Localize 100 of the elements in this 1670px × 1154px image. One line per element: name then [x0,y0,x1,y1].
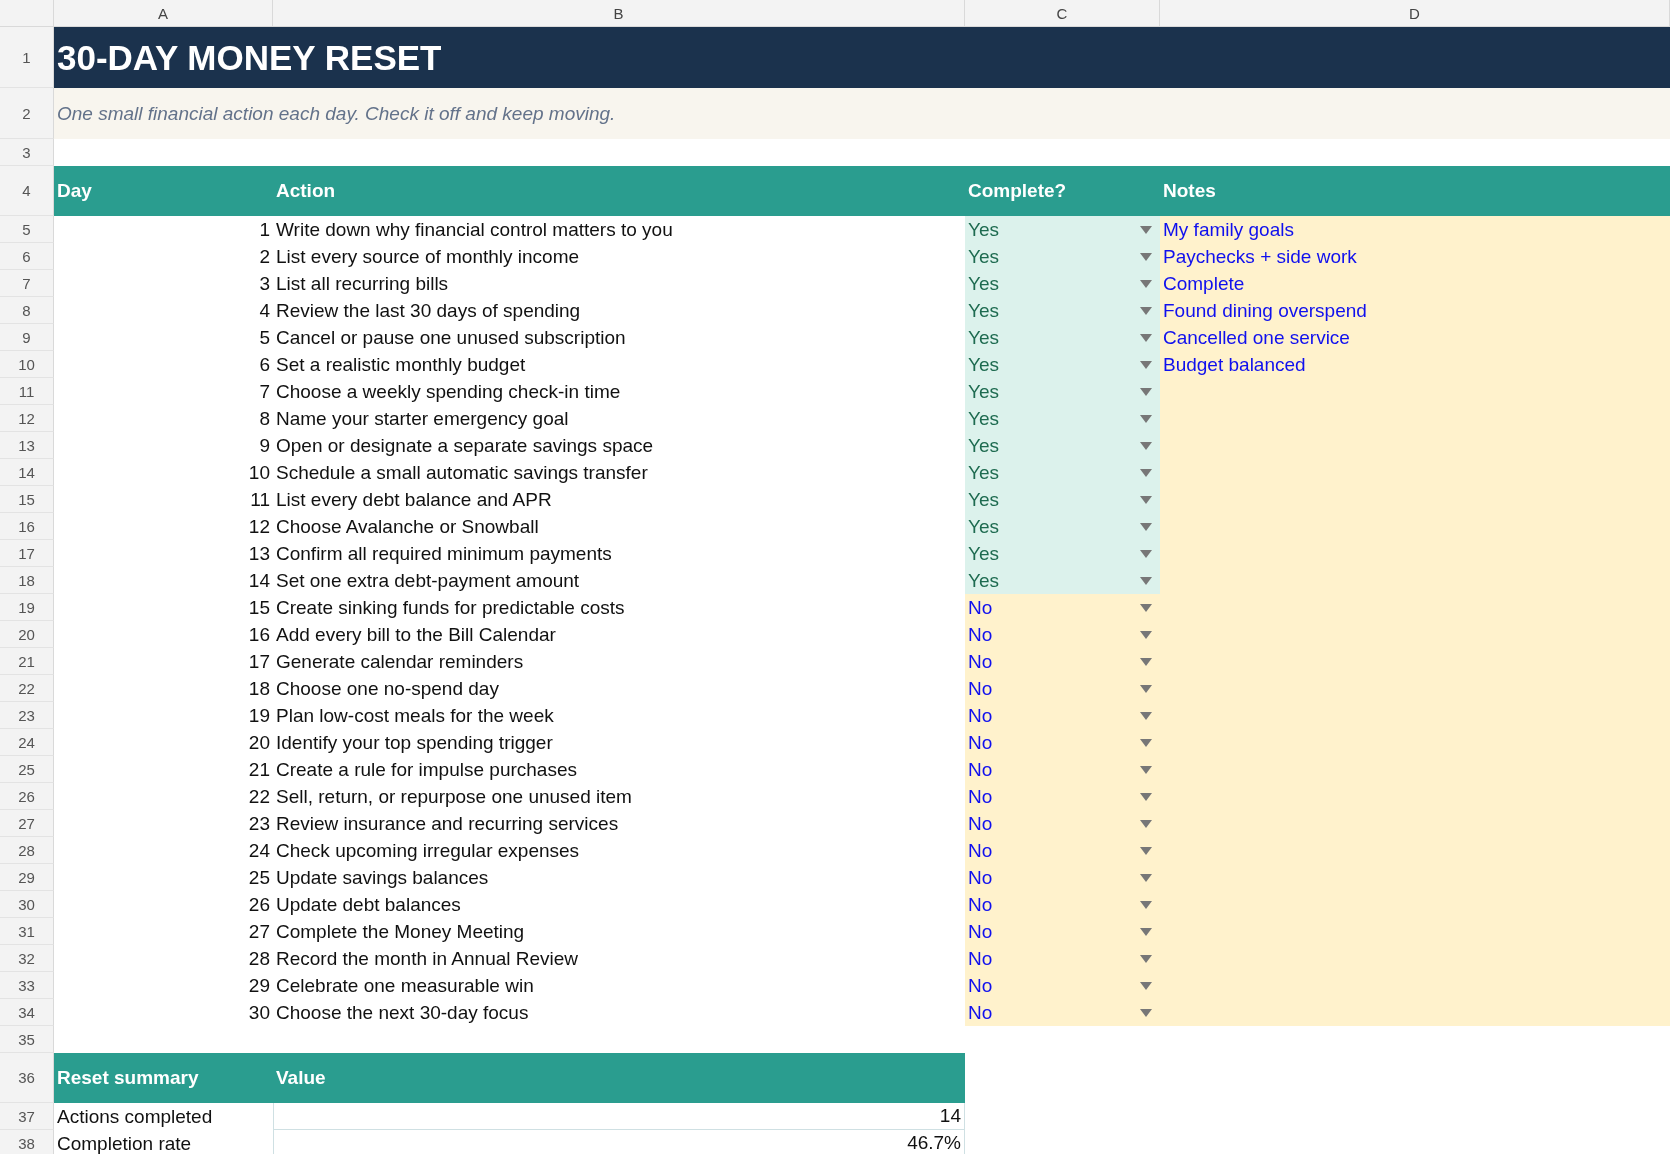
status-dropdown[interactable]: Yes [965,513,1160,540]
dropdown-arrow-icon[interactable] [1140,657,1152,666]
status-dropdown[interactable]: No [965,999,1160,1026]
dropdown-arrow-icon[interactable] [1140,576,1152,585]
status-dropdown[interactable]: Yes [965,216,1160,243]
dropdown-arrow-icon[interactable] [1140,738,1152,747]
dropdown-arrow-icon[interactable] [1140,468,1152,477]
dropdown-arrow-icon[interactable] [1140,873,1152,882]
row-number[interactable]: 14 [0,459,54,486]
status-dropdown[interactable]: Yes [965,270,1160,297]
row-number[interactable]: 34 [0,999,54,1026]
row-number[interactable]: 33 [0,972,54,999]
row-number[interactable]: 13 [0,432,54,459]
status-dropdown[interactable]: No [965,729,1160,756]
row-number[interactable]: 12 [0,405,54,432]
row-number[interactable]: 25 [0,756,54,783]
status-dropdown[interactable]: No [965,972,1160,999]
row-number[interactable]: 20 [0,621,54,648]
dropdown-arrow-icon[interactable] [1140,927,1152,936]
row-number[interactable]: 4 [0,166,54,216]
row-number[interactable]: 16 [0,513,54,540]
row-number[interactable]: 35 [0,1026,54,1053]
column-header[interactable]: B [273,0,965,26]
dropdown-arrow-icon[interactable] [1140,684,1152,693]
row-number[interactable]: 8 [0,297,54,324]
row-number[interactable]: 26 [0,783,54,810]
row-number[interactable]: 10 [0,351,54,378]
status-dropdown[interactable]: Yes [965,378,1160,405]
column-header[interactable]: D [1160,0,1670,26]
status-dropdown[interactable]: No [965,675,1160,702]
dropdown-arrow-icon[interactable] [1140,792,1152,801]
status-dropdown[interactable]: No [965,810,1160,837]
status-dropdown[interactable]: No [965,621,1160,648]
dropdown-arrow-icon[interactable] [1140,225,1152,234]
status-dropdown[interactable]: Yes [965,324,1160,351]
row-number[interactable]: 30 [0,891,54,918]
row-number[interactable]: 5 [0,216,54,243]
row-number[interactable]: 1 [0,27,54,88]
status-dropdown[interactable]: No [965,945,1160,972]
status-dropdown[interactable]: No [965,702,1160,729]
status-dropdown[interactable]: No [965,918,1160,945]
dropdown-arrow-icon[interactable] [1140,603,1152,612]
row-number[interactable]: 15 [0,486,54,513]
row-number[interactable]: 27 [0,810,54,837]
dropdown-arrow-icon[interactable] [1140,765,1152,774]
row-number[interactable]: 37 [0,1103,54,1130]
dropdown-arrow-icon[interactable] [1140,819,1152,828]
dropdown-arrow-icon[interactable] [1140,387,1152,396]
row-number[interactable]: 3 [0,139,54,166]
dropdown-arrow-icon[interactable] [1140,900,1152,909]
status-dropdown[interactable]: Yes [965,351,1160,378]
row-number[interactable]: 11 [0,378,54,405]
status-dropdown[interactable]: Yes [965,405,1160,432]
dropdown-arrow-icon[interactable] [1140,252,1152,261]
row-number[interactable]: 22 [0,675,54,702]
dropdown-arrow-icon[interactable] [1140,522,1152,531]
dropdown-arrow-icon[interactable] [1140,279,1152,288]
dropdown-arrow-icon[interactable] [1140,414,1152,423]
status-dropdown[interactable]: No [965,783,1160,810]
row-number[interactable]: 19 [0,594,54,621]
dropdown-arrow-icon[interactable] [1140,441,1152,450]
status-dropdown[interactable]: No [965,756,1160,783]
row-number[interactable]: 38 [0,1130,54,1154]
status-dropdown[interactable]: No [965,891,1160,918]
row-number[interactable]: 31 [0,918,54,945]
row-number[interactable]: 18 [0,567,54,594]
status-dropdown[interactable]: No [965,837,1160,864]
dropdown-arrow-icon[interactable] [1140,1008,1152,1017]
dropdown-arrow-icon[interactable] [1140,549,1152,558]
dropdown-arrow-icon[interactable] [1140,360,1152,369]
row-number[interactable]: 7 [0,270,54,297]
row-number[interactable]: 21 [0,648,54,675]
status-dropdown[interactable]: Yes [965,540,1160,567]
row-number[interactable]: 29 [0,864,54,891]
row-number[interactable]: 6 [0,243,54,270]
status-dropdown[interactable]: Yes [965,432,1160,459]
dropdown-arrow-icon[interactable] [1140,333,1152,342]
column-header[interactable]: C [965,0,1160,26]
dropdown-arrow-icon[interactable] [1140,954,1152,963]
row-number[interactable]: 2 [0,88,54,139]
status-dropdown[interactable]: No [965,648,1160,675]
row-number[interactable]: 23 [0,702,54,729]
status-dropdown[interactable]: Yes [965,459,1160,486]
dropdown-arrow-icon[interactable] [1140,846,1152,855]
dropdown-arrow-icon[interactable] [1140,306,1152,315]
row-number[interactable]: 9 [0,324,54,351]
status-dropdown[interactable]: Yes [965,486,1160,513]
row-number[interactable]: 17 [0,540,54,567]
status-dropdown[interactable]: Yes [965,243,1160,270]
row-number[interactable]: 24 [0,729,54,756]
status-dropdown[interactable]: No [965,864,1160,891]
column-header[interactable]: A [54,0,273,26]
dropdown-arrow-icon[interactable] [1140,981,1152,990]
row-number[interactable]: 32 [0,945,54,972]
row-number[interactable]: 28 [0,837,54,864]
status-dropdown[interactable]: Yes [965,567,1160,594]
status-dropdown[interactable]: No [965,594,1160,621]
dropdown-arrow-icon[interactable] [1140,495,1152,504]
dropdown-arrow-icon[interactable] [1140,630,1152,639]
row-number[interactable]: 36 [0,1053,54,1103]
